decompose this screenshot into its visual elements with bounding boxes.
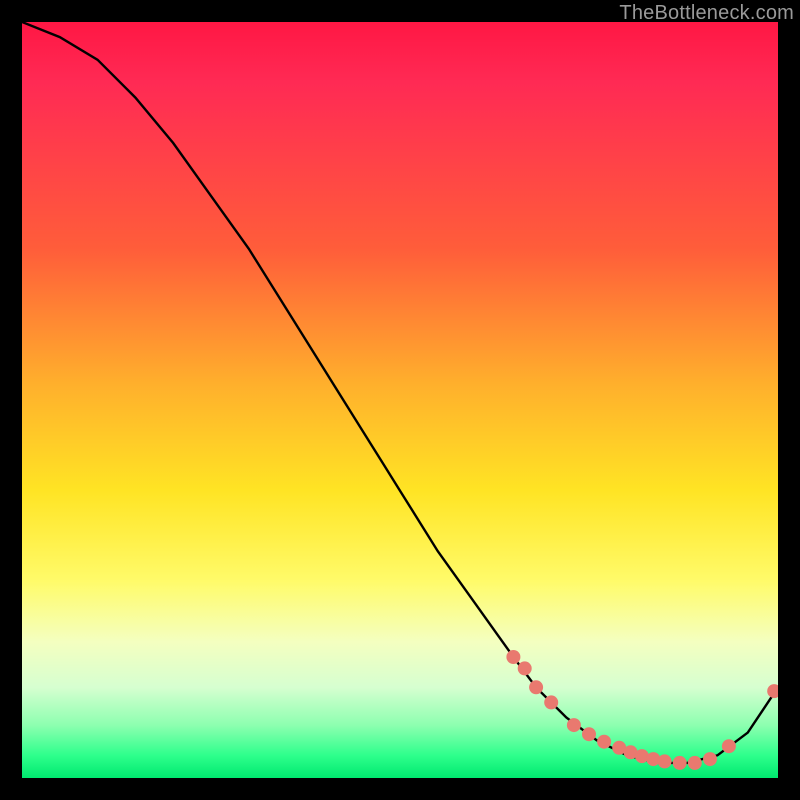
- marker-dot: [544, 695, 558, 709]
- chart-frame: TheBottleneck.com: [0, 0, 800, 800]
- highlight-markers: [506, 650, 778, 770]
- plot-area: [22, 22, 778, 778]
- marker-dot: [658, 754, 672, 768]
- marker-dot: [506, 650, 520, 664]
- curve-layer: [22, 22, 778, 778]
- marker-dot: [722, 739, 736, 753]
- marker-dot: [529, 680, 543, 694]
- marker-dot: [688, 756, 702, 770]
- marker-dot: [582, 727, 596, 741]
- bottleneck-curve: [22, 22, 778, 763]
- marker-dot: [518, 661, 532, 675]
- watermark-text: TheBottleneck.com: [619, 2, 794, 25]
- marker-dot: [597, 735, 611, 749]
- marker-dot: [703, 752, 717, 766]
- marker-dot: [567, 718, 581, 732]
- marker-dot: [767, 684, 778, 698]
- marker-dot: [673, 756, 687, 770]
